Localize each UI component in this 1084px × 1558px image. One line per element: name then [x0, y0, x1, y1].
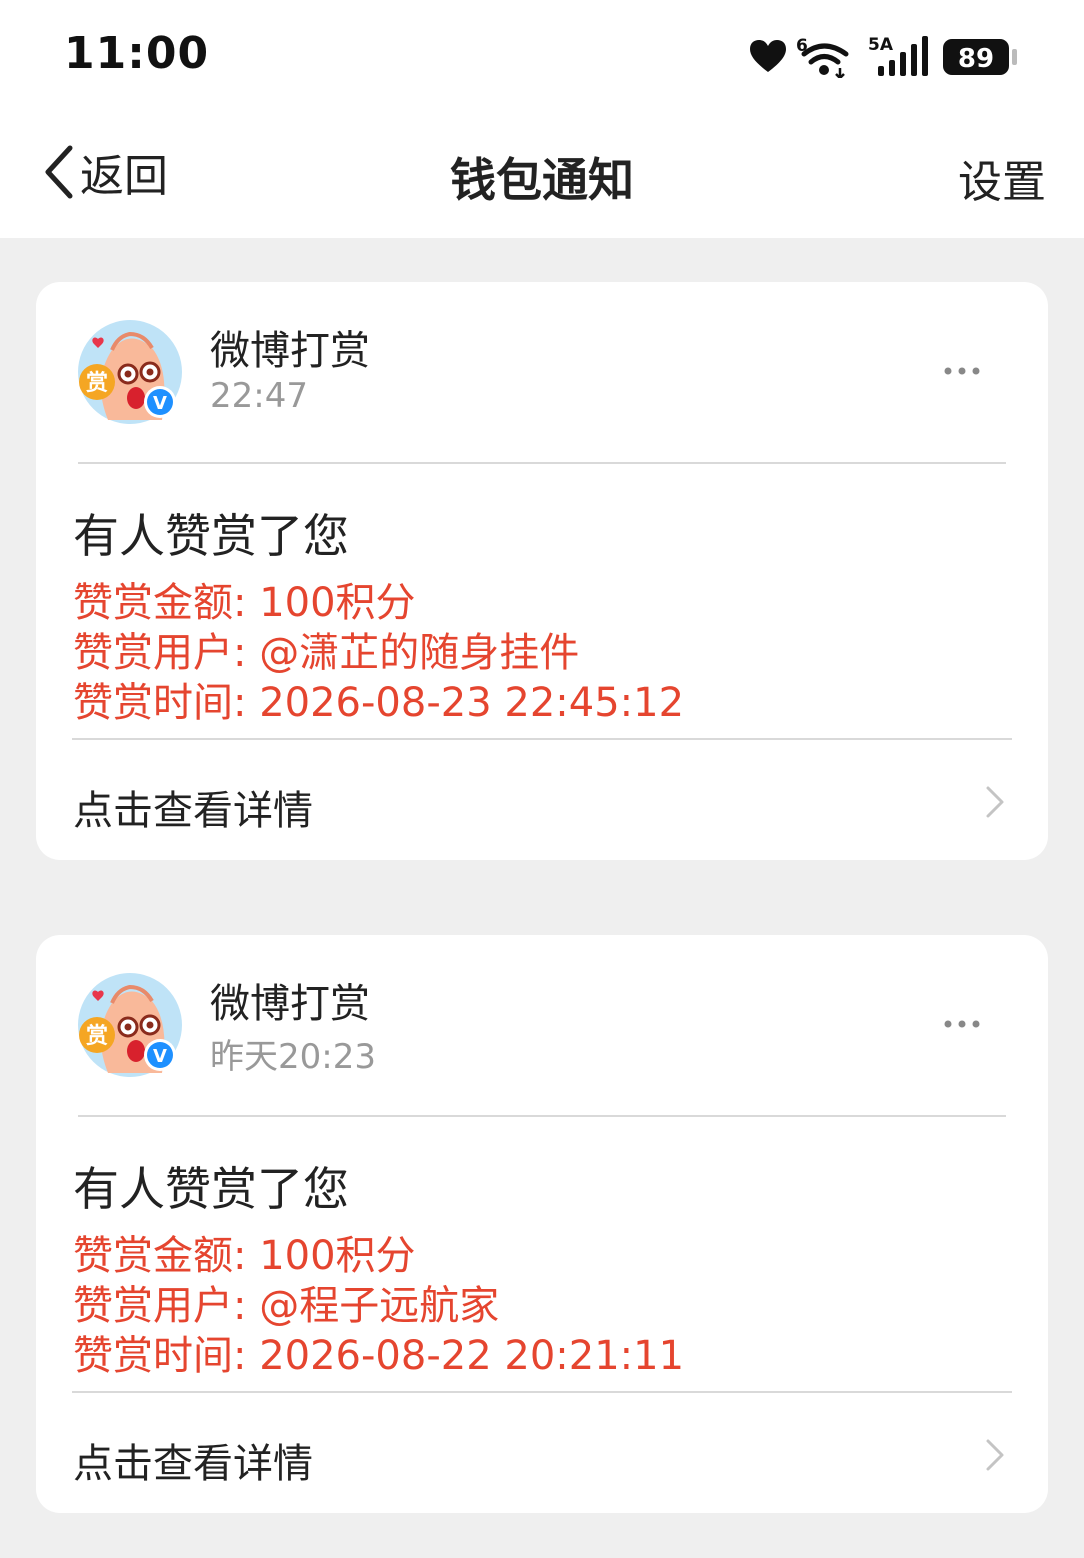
divider: [78, 462, 1006, 464]
divider: [78, 1115, 1006, 1117]
status-time: 11:00: [64, 28, 210, 79]
avatar[interactable]: 赏 V: [78, 973, 182, 1077]
notification-card: 赏 V 微博打赏 昨天20:23 有人赞赏了您 赞赏金额: 100积分 赞赏用户…: [36, 935, 1048, 1513]
view-details-label: 点击查看详情: [73, 1441, 313, 1487]
avatar-badge-text: 赏: [86, 1024, 108, 1049]
settings-button[interactable]: 设置: [958, 146, 1046, 210]
chevron-right-icon: [986, 1439, 1004, 1471]
chevron-right-icon: [986, 786, 1004, 818]
notification-card: 赏 V 微博打赏 22:47 有人赞赏了您 赞赏金额: 100积分 赞赏用户: …: [36, 282, 1048, 860]
verified-badge-text: V: [153, 393, 167, 414]
network-label: 5A: [868, 35, 894, 55]
view-details-link[interactable]: 点击查看详情: [36, 740, 1048, 860]
nav-bar: 返回 钱包通知 设置: [0, 112, 1084, 238]
battery-level: 89: [958, 44, 994, 74]
page-title: 钱包通知: [450, 153, 634, 207]
battery-icon: 89: [943, 39, 1017, 75]
notification-time: 昨天20:23: [210, 1037, 376, 1077]
avatar-badge-text: 赏: [86, 371, 108, 396]
more-options-icon[interactable]: [942, 1009, 982, 1039]
wifi-icon: 6: [796, 36, 849, 78]
reward-time: 赞赏时间: 2026-08-23 22:45:12: [73, 680, 685, 726]
sender-name: 微博打赏: [210, 328, 370, 374]
notification-title: 有人赞赏了您: [73, 1162, 349, 1216]
status-bar: 11:00 6 5A 89: [0, 0, 1084, 112]
more-options-icon[interactable]: [942, 356, 982, 386]
heart-icon: [750, 40, 786, 72]
verified-badge-text: V: [153, 1046, 167, 1067]
signal-icon: 5A: [868, 35, 928, 76]
notification-title: 有人赞赏了您: [73, 509, 349, 563]
view-details-link[interactable]: 点击查看详情: [36, 1393, 1048, 1513]
sender-name: 微博打赏: [210, 981, 370, 1027]
avatar[interactable]: 赏 V: [78, 320, 182, 424]
view-details-label: 点击查看详情: [73, 788, 313, 834]
reward-time: 赞赏时间: 2026-08-22 20:21:11: [73, 1333, 685, 1379]
notification-time: 22:47: [210, 376, 308, 416]
